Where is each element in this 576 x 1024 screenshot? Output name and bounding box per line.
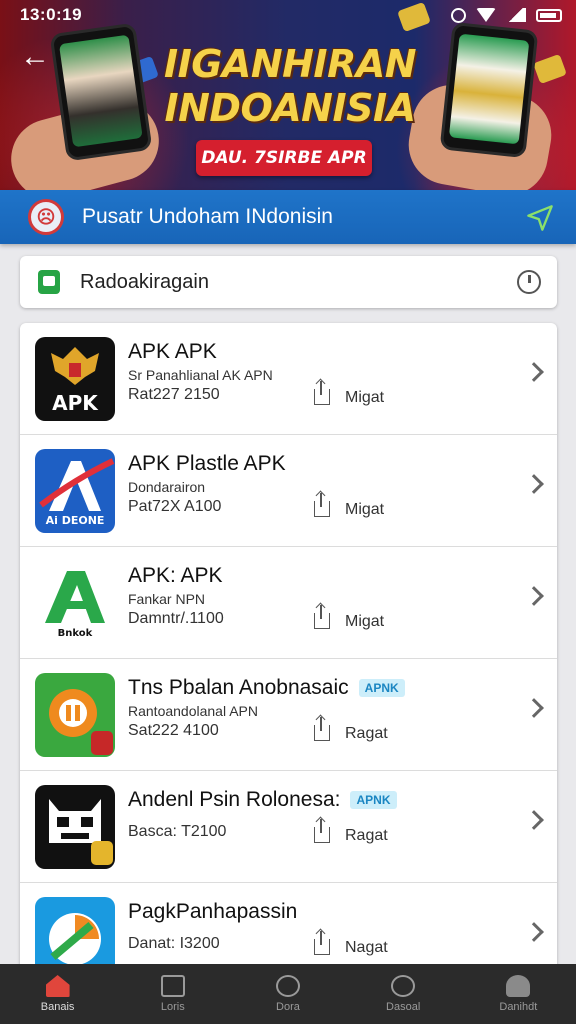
- share-icon[interactable]: [314, 605, 330, 629]
- chevron-right-icon[interactable]: [524, 362, 544, 382]
- nav-label: Danihdt: [499, 1001, 538, 1013]
- wifi-icon: [476, 8, 496, 22]
- app-name: APK APK: [128, 340, 217, 363]
- app-name-text: Tns Pbalan Anobnasaic: [128, 676, 349, 699]
- app-action[interactable]: Migat: [345, 389, 384, 407]
- gauge-icon: [275, 975, 300, 997]
- app-action[interactable]: Nagat: [345, 939, 388, 957]
- chevron-right-icon[interactable]: [524, 922, 544, 942]
- header-title: Pusatr Undoham INdonisin: [82, 205, 333, 228]
- share-icon[interactable]: [314, 381, 330, 405]
- nav-item-profile[interactable]: Danihdt: [473, 975, 563, 1013]
- status-icons: [451, 7, 562, 23]
- status-bar: 13:0:19: [0, 0, 576, 30]
- app-icon: Ai DEONE: [35, 449, 115, 533]
- app-action[interactable]: Migat: [345, 613, 384, 631]
- share-icon[interactable]: [314, 931, 330, 955]
- app-icon: APK: [35, 337, 115, 421]
- alarm-icon: [451, 7, 466, 23]
- share-icon[interactable]: [314, 819, 330, 843]
- nav-item-dasoal[interactable]: Dasoal: [358, 975, 448, 1013]
- nav-item-home[interactable]: Banais: [13, 975, 103, 1013]
- orange-circle-logo-icon: [49, 689, 113, 755]
- bottom-navigation: Banais Loris Dora Dasoal Danihdt: [0, 964, 576, 1024]
- app-meta: Pat72X A100: [128, 498, 222, 515]
- app-icon-label: Bnkok: [57, 628, 93, 639]
- app-name: Andenl Psin Rolonesa: APNK: [128, 788, 397, 812]
- monster-logo-icon: [49, 799, 113, 865]
- app-row[interactable]: Bnkok APK: APK Fankar NPN Damntr/.1100 M…: [20, 547, 557, 659]
- app-list: APK APK APK Sr Panahlianal AK APN Rat227…: [20, 323, 557, 983]
- search-input[interactable]: [80, 270, 480, 294]
- nav-label: Banais: [40, 1001, 75, 1013]
- hero-title: IIGANHIRAN INDOANISIA: [163, 42, 417, 130]
- phone-image: [439, 21, 539, 159]
- chevron-right-icon[interactable]: [524, 474, 544, 494]
- app-name: PagkPanhapassin: [128, 900, 298, 923]
- app-name-text: Andenl Psin Rolonesa:: [128, 788, 341, 811]
- apk-badge: APNK: [358, 679, 405, 698]
- app-action[interactable]: Ragat: [345, 827, 388, 845]
- hero-subtitle-pill: DAU. 7SIRBE APR: [196, 140, 372, 176]
- chevron-right-icon[interactable]: [524, 810, 544, 830]
- nav-label: Dasoal: [386, 1001, 421, 1013]
- status-time: 13:0:19: [20, 5, 83, 24]
- app-icon-label: Ai DEONE: [45, 514, 105, 527]
- navigation-arrow-icon[interactable]: [526, 204, 554, 232]
- decor-coin-icon: [533, 53, 567, 85]
- square-icon: [160, 975, 185, 997]
- app-meta: Basca: T2100: [128, 823, 227, 840]
- logo-icon: ☹: [28, 199, 64, 235]
- app-action[interactable]: Ragat: [345, 725, 388, 743]
- back-arrow-icon[interactable]: ←: [20, 42, 52, 74]
- app-name: Tns Pbalan Anobnasaic APNK: [128, 676, 405, 700]
- app-meta: Rat227 2150: [128, 386, 220, 403]
- nav-item-dora[interactable]: Dora: [243, 975, 333, 1013]
- chevron-right-icon[interactable]: [524, 698, 544, 718]
- nav-label: Loris: [160, 1001, 185, 1013]
- share-icon[interactable]: [314, 493, 330, 517]
- person-icon: [506, 975, 531, 997]
- app-name: APK Plastle APK: [128, 452, 286, 475]
- chevron-right-icon[interactable]: [524, 586, 544, 606]
- nav-label: Dora: [276, 1001, 300, 1013]
- app-row[interactable]: Tns Pbalan Anobnasaic APNK Rantoandolanal…: [20, 659, 557, 771]
- phone-image: [49, 22, 153, 162]
- battery-icon: [536, 8, 562, 22]
- app-meta: Sat222 4100: [128, 722, 219, 739]
- store-bag-icon: [38, 270, 60, 294]
- heart-icon: [391, 975, 416, 997]
- app-meta: Damntr/.1100: [128, 610, 224, 627]
- app-action[interactable]: Migat: [345, 501, 384, 519]
- app-icon: Bnkok: [35, 561, 115, 645]
- app-icon: [35, 785, 115, 869]
- app-icon-label: APK: [52, 391, 98, 415]
- app-developer: Rantoandolanal APN: [128, 703, 258, 719]
- nav-item-loris[interactable]: Loris: [128, 975, 218, 1013]
- hero-banner[interactable]: 13:0:19 ← IIGANHIRAN INDOANISIA DAU. 7SI…: [0, 0, 576, 190]
- home-icon: [45, 975, 70, 997]
- signal-icon: [506, 8, 526, 22]
- apk-badge: APNK: [350, 791, 397, 810]
- app-developer: Dondarairon: [128, 479, 206, 495]
- search-bar[interactable]: [20, 256, 557, 308]
- app-row[interactable]: Andenl Psin Rolonesa: APNK Basca: T2100 R…: [20, 771, 557, 883]
- history-clock-icon[interactable]: [517, 270, 541, 294]
- share-icon[interactable]: [314, 717, 330, 741]
- app-name: APK: APK: [128, 564, 223, 587]
- app-row[interactable]: Ai DEONE APK Plastle APK Dondarairon Pat…: [20, 435, 557, 547]
- app-developer: Sr Panahlianal AK APN: [128, 367, 273, 383]
- app-developer: Fankar NPN: [128, 591, 206, 607]
- app-meta: Danat: I3200: [128, 935, 220, 952]
- app-header: ☹ Pusatr Undoham INdonisin: [0, 190, 576, 244]
- app-row[interactable]: APK APK APK Sr Panahlianal AK APN Rat227…: [20, 323, 557, 435]
- app-icon: [35, 673, 115, 757]
